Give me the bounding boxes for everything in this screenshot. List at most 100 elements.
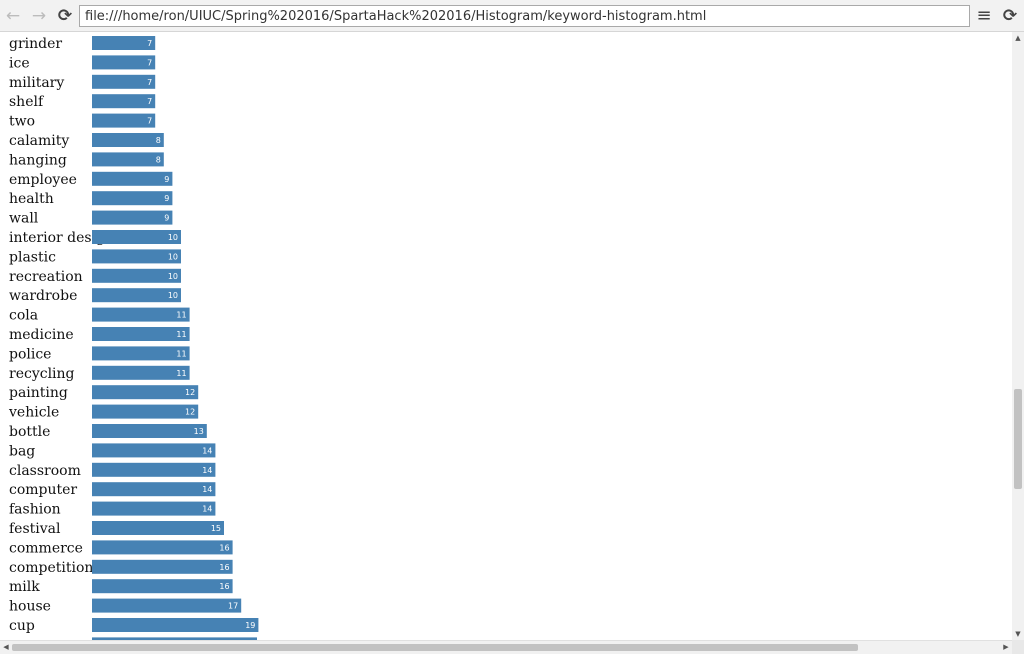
keyword-label: festival — [9, 521, 61, 537]
horizontal-scroll-thumb[interactable] — [12, 644, 858, 651]
keyword-label: shelf — [9, 94, 45, 110]
bar-value-label: 8 — [156, 155, 161, 164]
keyword-label: classroom — [9, 463, 81, 479]
keyword-label: ice — [9, 55, 30, 71]
menu-icon[interactable]: ≡ — [974, 5, 994, 27]
keyword-label: bottle — [9, 424, 50, 440]
keyword-histogram: grinder 7 ice 7 military 7 shelf 7 two 7 calamity 8… — [8, 36, 259, 640]
bar-value-label: 16 — [219, 563, 229, 572]
keyword-label: competition — [9, 560, 93, 576]
bar-value-label: 7 — [147, 117, 152, 126]
bar-value-label: 15 — [211, 524, 221, 533]
keyword-label: hanging — [9, 152, 67, 168]
histogram-bar — [92, 598, 242, 613]
bar-value-label: 19 — [245, 621, 255, 630]
bar-value-label: 11 — [176, 369, 186, 378]
bar-value-label: 10 — [168, 252, 178, 261]
scrollbar-corner — [1012, 640, 1024, 654]
back-arrow-icon[interactable]: ← — [3, 5, 23, 27]
bar-value-label: 9 — [164, 194, 169, 203]
url-bar[interactable] — [79, 5, 970, 27]
histogram-bar — [92, 210, 173, 225]
bar-value-label: 7 — [147, 78, 152, 87]
histogram-bar — [92, 365, 190, 380]
bar-value-label: 7 — [147, 97, 152, 106]
keyword-label: police — [9, 346, 51, 362]
bar-value-label: 8 — [156, 136, 161, 145]
scroll-up-arrow-icon[interactable]: ▲ — [1012, 32, 1024, 44]
keyword-label: two — [9, 114, 35, 130]
bar-value-label: 11 — [176, 349, 186, 358]
histogram-bar — [92, 133, 164, 147]
keyword-label: house — [9, 599, 51, 615]
reload-icon[interactable]: ⟳ — [55, 5, 75, 27]
histogram-bar — [92, 540, 233, 555]
histogram-bar — [92, 74, 156, 89]
refresh-icon[interactable]: ⟳ — [1000, 5, 1020, 27]
bar-value-label: 7 — [147, 39, 152, 48]
bar-value-label: 10 — [168, 233, 178, 242]
histogram-bar — [92, 346, 190, 361]
bar-value-label: 12 — [185, 388, 195, 397]
keyword-label: health — [9, 191, 54, 207]
histogram-bar — [92, 191, 173, 206]
histogram-bar — [92, 113, 156, 128]
histogram-bar — [92, 171, 173, 186]
bar-value-label: 11 — [176, 311, 186, 320]
keyword-label: recycling — [9, 366, 75, 382]
histogram-bar — [92, 404, 199, 419]
keyword-label: bag — [9, 443, 35, 459]
histogram-bar — [92, 482, 216, 497]
bar-value-label: 14 — [202, 446, 212, 455]
scroll-left-arrow-icon[interactable]: ◀ — [0, 641, 12, 654]
bar-value-label: 16 — [219, 543, 229, 552]
keyword-label: wall — [9, 211, 39, 227]
histogram-bar — [92, 94, 156, 109]
bar-value-label: 10 — [168, 272, 178, 281]
bar-value-label: 12 — [185, 408, 195, 417]
histogram-bar — [92, 443, 216, 458]
keyword-label: grinder — [9, 36, 62, 52]
keyword-label: medicine — [9, 327, 74, 343]
keyword-label: military — [9, 75, 64, 91]
keyword-label: plastic — [9, 249, 56, 265]
keyword-label: fashion — [9, 502, 61, 518]
keyword-label: cup — [9, 618, 35, 634]
histogram-bar — [92, 462, 216, 477]
histogram-bar — [92, 152, 164, 167]
keyword-label: commerce — [9, 540, 83, 556]
histogram-bar — [92, 55, 156, 70]
keyword-label: employee — [9, 172, 77, 188]
bar-value-label: 9 — [164, 214, 169, 223]
histogram-bar — [92, 36, 156, 50]
keyword-label: cola — [9, 308, 38, 324]
histogram-bar — [92, 579, 233, 594]
keyword-label: vehicle — [8, 405, 59, 421]
bar-value-label: 16 — [219, 582, 229, 591]
page-viewport: grinder 7 ice 7 military 7 shelf 7 two 7 calamity 8… — [0, 32, 1012, 640]
browser-toolbar: ← → ⟳ ≡ ⟳ — [0, 0, 1024, 32]
histogram-bar — [92, 521, 224, 535]
histogram-bar — [92, 559, 233, 574]
vertical-scroll-thumb[interactable] — [1014, 389, 1022, 489]
histogram-bar — [92, 327, 190, 341]
keyword-label: recreation — [9, 269, 83, 285]
scroll-down-arrow-icon[interactable]: ▼ — [1012, 628, 1024, 640]
horizontal-scrollbar[interactable]: ◀ ▶ — [0, 640, 1012, 654]
forward-arrow-icon[interactable]: → — [29, 5, 49, 27]
keyword-label: computer — [9, 482, 77, 498]
histogram-bar — [92, 307, 190, 322]
keyword-label: wardrobe — [9, 288, 77, 304]
bar-value-label: 14 — [202, 485, 212, 494]
bar-value-label: 9 — [164, 175, 169, 184]
bar-value-label: 7 — [147, 58, 152, 67]
scroll-right-arrow-icon[interactable]: ▶ — [1000, 641, 1012, 654]
bar-value-label: 17 — [228, 602, 238, 611]
histogram-bar — [92, 618, 259, 632]
bar-value-label: 14 — [202, 505, 212, 514]
histogram-bar — [92, 424, 207, 438]
keyword-label: painting — [9, 385, 68, 401]
keyword-label: milk — [9, 579, 40, 595]
histogram-bar — [92, 501, 216, 516]
vertical-scrollbar[interactable]: ▲ ▼ — [1012, 32, 1024, 640]
